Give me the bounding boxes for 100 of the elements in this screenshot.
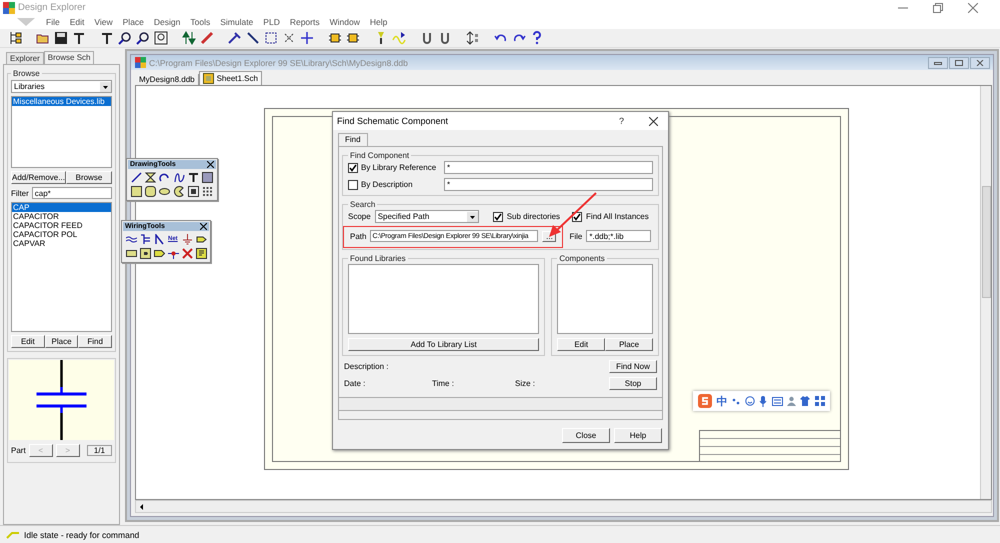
menu-item[interactable]: Help xyxy=(364,17,392,27)
close-button[interactable]: Close xyxy=(562,428,610,443)
chip-icon[interactable] xyxy=(328,31,342,45)
magnet-icon[interactable] xyxy=(420,31,434,45)
text-tool-icon[interactable] xyxy=(72,31,86,45)
zoom-fit-icon[interactable] xyxy=(154,31,168,45)
line-icon[interactable] xyxy=(246,31,260,45)
wire-icon[interactable] xyxy=(228,31,242,45)
document-tab[interactable]: Sheet1.Sch xyxy=(198,71,262,85)
panel-tab[interactable]: Explorer xyxy=(6,52,44,64)
panel-button[interactable]: Place xyxy=(44,335,78,348)
component-item[interactable]: CAPACITOR POL xyxy=(12,230,111,239)
arc-tool-icon[interactable] xyxy=(159,172,170,183)
graphic-tool-icon[interactable] xyxy=(188,186,199,197)
menu-item[interactable]: File xyxy=(41,17,65,27)
port-tool-icon[interactable] xyxy=(196,234,207,245)
maximize-button[interactable] xyxy=(949,56,969,68)
text-tool-icon[interactable] xyxy=(188,172,199,183)
save-icon[interactable] xyxy=(54,31,68,45)
dialog-tab[interactable]: Find xyxy=(338,133,368,146)
component-item[interactable]: CAPVAR xyxy=(12,239,111,248)
microphone-icon[interactable] xyxy=(759,396,768,406)
sheet-entry-tool-icon[interactable] xyxy=(140,248,151,259)
line-tool-icon[interactable] xyxy=(131,172,142,183)
io-port-tool-icon[interactable] xyxy=(154,248,165,259)
grid-icon[interactable] xyxy=(814,396,825,406)
add-to-library-list-button[interactable]: Add To Library List xyxy=(348,338,540,351)
menu-item[interactable]: Simulate xyxy=(215,17,258,27)
move-icon[interactable] xyxy=(300,31,314,45)
library-item[interactable]: Miscellaneous Devices.lib xyxy=(12,97,111,106)
horizontal-scrollbar[interactable] xyxy=(135,500,992,513)
menu-item[interactable]: Design xyxy=(148,17,186,27)
zoom-icon[interactable] xyxy=(118,31,132,45)
description-field[interactable]: * xyxy=(444,178,653,191)
bus-tool-icon[interactable] xyxy=(140,234,151,245)
library-type-dropdown[interactable]: Libraries xyxy=(11,80,112,93)
smiley-icon[interactable] xyxy=(745,396,756,406)
shirt-icon[interactable] xyxy=(800,396,810,406)
text-tool-icon[interactable] xyxy=(100,31,114,45)
component-item[interactable]: CAPACITOR xyxy=(12,212,111,221)
punctuation-icon[interactable] xyxy=(732,396,741,406)
checkbox[interactable] xyxy=(348,180,358,190)
help-button[interactable]: Help xyxy=(614,428,662,443)
close-button[interactable] xyxy=(970,56,990,68)
close-icon[interactable] xyxy=(207,161,214,168)
menu-item[interactable]: Window xyxy=(324,17,365,27)
rectangle-tool-icon[interactable] xyxy=(131,186,142,197)
library-reference-field[interactable]: * xyxy=(444,161,653,174)
panel-button[interactable]: Add/Remove... xyxy=(11,171,66,184)
directive-tool-icon[interactable] xyxy=(196,248,207,259)
minimize-button[interactable] xyxy=(928,56,948,68)
polygon-tool-icon[interactable] xyxy=(145,172,156,183)
wave-icon[interactable] xyxy=(392,31,406,45)
menu-item[interactable]: PLD xyxy=(258,17,285,27)
filter-field[interactable]: cap* xyxy=(32,187,112,199)
scroll-left-arrow-icon[interactable] xyxy=(138,502,146,510)
up-down-arrows-icon[interactable] xyxy=(182,31,196,45)
sheet-symbol-tool-icon[interactable] xyxy=(126,248,137,259)
ellipse-tool-icon[interactable] xyxy=(159,186,170,197)
restore-icon[interactable] xyxy=(933,2,943,12)
close-icon[interactable] xyxy=(649,116,658,126)
close-icon[interactable] xyxy=(200,223,207,230)
scope-dropdown[interactable]: Specified Path xyxy=(374,210,479,223)
panel-button[interactable]: Browse xyxy=(66,171,112,184)
no-erc-tool-icon[interactable] xyxy=(182,248,193,259)
input-mode-indicator[interactable]: 中 xyxy=(716,394,728,408)
pie-tool-icon[interactable] xyxy=(174,186,185,197)
menu-item[interactable]: Reports xyxy=(284,17,325,27)
person-icon[interactable] xyxy=(787,396,796,406)
bus-entry-tool-icon[interactable] xyxy=(154,234,165,245)
rounded-rectangle-tool-icon[interactable] xyxy=(145,186,156,197)
image-tool-icon[interactable] xyxy=(202,172,213,183)
menu-item[interactable]: Tools xyxy=(185,17,216,27)
bezier-tool-icon[interactable] xyxy=(174,172,185,183)
panel-button[interactable]: Edit xyxy=(11,335,45,348)
file-mask-field[interactable]: *.ddb;*.lib xyxy=(586,230,651,242)
find-now-button[interactable]: Find Now xyxy=(609,360,657,373)
edit-button[interactable]: Edit xyxy=(557,338,606,351)
ground-tool-icon[interactable] xyxy=(182,234,193,245)
checkbox[interactable] xyxy=(348,162,358,172)
selection-rectangle-icon[interactable] xyxy=(264,31,278,45)
panel-button[interactable]: Find xyxy=(78,335,112,348)
chip-icon[interactable] xyxy=(346,31,360,45)
wire-tool-icon[interactable] xyxy=(126,234,137,245)
cross-icon[interactable] xyxy=(282,31,296,45)
stop-button[interactable]: Stop xyxy=(609,377,657,390)
sort-icon[interactable] xyxy=(466,31,480,45)
vertical-scrollbar[interactable] xyxy=(980,86,991,499)
menu-item[interactable]: Edit xyxy=(64,17,90,27)
help-icon[interactable] xyxy=(530,31,544,45)
array-tool-icon[interactable] xyxy=(202,186,213,197)
panel-tab[interactable]: Browse Sch xyxy=(44,51,94,64)
menu-item[interactable]: Place xyxy=(118,17,149,27)
menu-item[interactable]: View xyxy=(89,17,118,27)
keyboard-icon[interactable] xyxy=(772,396,783,406)
zoom-icon[interactable] xyxy=(136,31,150,45)
pencil-icon[interactable] xyxy=(200,31,214,45)
magnet-icon[interactable] xyxy=(438,31,452,45)
help-button[interactable]: ? xyxy=(618,116,624,126)
component-item[interactable]: CAP xyxy=(12,203,111,212)
